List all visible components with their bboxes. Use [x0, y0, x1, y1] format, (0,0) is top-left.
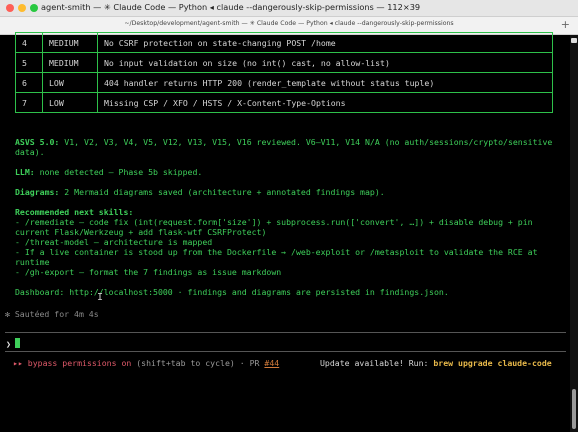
llm-text: none detected — Phase 5b skipped. [34, 167, 203, 177]
new-tab-button[interactable]: + [561, 18, 570, 31]
llm-line: LLM: none detected — Phase 5b skipped. [15, 167, 202, 177]
pr-link[interactable]: #44 [264, 358, 279, 368]
next-step-item: current Flask/Werkzeug + add flask-wtf C… [15, 227, 267, 237]
finding-number: 7 [15, 92, 43, 113]
finding-number: 5 [15, 52, 43, 73]
prompt-symbol: ❯ [6, 339, 11, 349]
next-step-item: - /remediate — code fix (int(request.for… [15, 217, 533, 227]
diagrams-label: Diagrams: [15, 187, 60, 197]
scroll-marker [571, 38, 577, 43]
finding-number: 6 [15, 72, 43, 93]
asvs-line-cont: data). [15, 147, 45, 157]
next-step-item: - /threat-model — architecture is mapped [15, 237, 213, 247]
update-notice: Update available! Run: brew upgrade clau… [320, 358, 552, 368]
fast-forward-icon: ▸▸ [13, 358, 23, 368]
close-window-button[interactable] [6, 4, 14, 12]
finding-severity: MEDIUM [42, 32, 98, 53]
tab-title[interactable]: ~/Desktop/development/agent-smith — ✳ Cl… [0, 20, 578, 27]
finding-number: 4 [15, 32, 43, 53]
finding-issue: No CSRF protection on state-changing POS… [97, 32, 553, 53]
update-command: brew upgrade claude-code [433, 358, 552, 368]
title-bar: agent-smith — ✳ Claude Code — Python ◂ c… [0, 0, 578, 17]
terminal-window: agent-smith — ✳ Claude Code — Python ◂ c… [0, 0, 578, 432]
zoom-window-button[interactable] [30, 4, 38, 12]
mode-hint: (shift+tab to cycle) · PR [131, 358, 265, 368]
input-bottom-divider [5, 351, 566, 352]
input-top-divider [5, 332, 566, 333]
table-row: 6 LOW 404 handler returns HTTP 200 (rend… [15, 72, 553, 93]
i-beam-cursor-icon: I [97, 292, 104, 303]
asvs-label: ASVS 5.0: [15, 137, 60, 147]
window-title: agent-smith — ✳ Claude Code — Python ◂ c… [41, 2, 421, 12]
next-step-item: runtime [15, 257, 50, 267]
spinner-status: ✻ Sautéed for 4m 4s [5, 309, 99, 319]
finding-severity: MEDIUM [42, 52, 98, 73]
scrollbar-thumb[interactable] [572, 389, 576, 429]
next-step-item: - /gh-export — format the 7 findings as … [15, 267, 282, 277]
update-text: Update available! Run: [320, 358, 434, 368]
diagrams-line: Diagrams: 2 Mermaid diagrams saved (arch… [15, 187, 385, 197]
finding-severity: LOW [42, 72, 98, 93]
finding-issue: 404 handler returns HTTP 200 (render_tem… [97, 72, 553, 93]
diagrams-text: 2 Mermaid diagrams saved (architecture +… [59, 187, 385, 197]
asvs-text: V1, V2, V3, V4, V5, V12, V13, V15, V16 r… [59, 137, 553, 147]
asvs-line: ASVS 5.0: V1, V2, V3, V4, V5, V12, V13, … [15, 137, 552, 147]
findings-table: 4 MEDIUM No CSRF protection on state-cha… [15, 32, 553, 113]
table-row: 7 LOW Missing CSP / XFO / HSTS / X-Conte… [15, 92, 553, 113]
finding-issue: Missing CSP / XFO / HSTS / X-Content-Typ… [97, 92, 553, 113]
minimize-window-button[interactable] [18, 4, 26, 12]
bypass-permissions-text: bypass permissions on [22, 358, 132, 368]
scrollbar[interactable] [570, 35, 578, 432]
permission-status[interactable]: ▸▸ bypass permissions on (shift+tab to c… [13, 358, 279, 368]
table-row: 4 MEDIUM No CSRF protection on state-cha… [15, 32, 553, 53]
llm-label: LLM: [15, 167, 35, 177]
next-step-item: - If a live container is stood up from t… [15, 247, 538, 257]
finding-severity: LOW [42, 92, 98, 113]
table-row: 5 MEDIUM No input validation on size (no… [15, 52, 553, 73]
finding-issue: No input validation on size (no int() ca… [97, 52, 553, 73]
terminal-output[interactable]: 4 MEDIUM No CSRF protection on state-cha… [0, 32, 570, 432]
dashboard-line[interactable]: Dashboard: http://localhost:5000 · findi… [15, 287, 449, 297]
input-cursor[interactable] [15, 338, 20, 348]
next-steps-heading: Recommended next skills: [15, 207, 134, 217]
